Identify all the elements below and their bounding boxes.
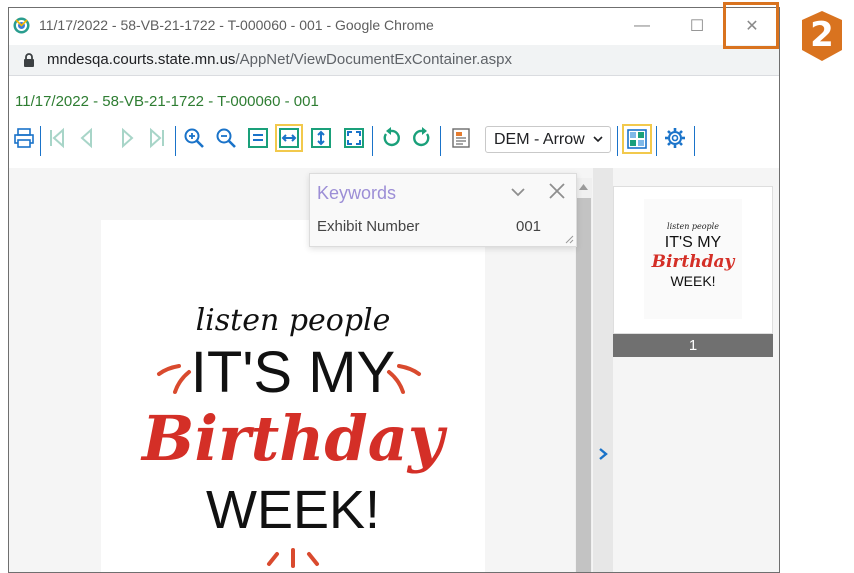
document-properties-button[interactable] [449,126,473,150]
first-page-icon [50,127,64,149]
sparkle-bottom-icon [267,548,319,568]
thumbnail-pane: listen people IT'S MY Birthday WEEK! 1 [613,168,779,572]
title-bar: 11/17/2022 - 58-VB-21-1722 - T-000060 - … [9,8,779,44]
settings-icon [665,128,685,148]
zoom-out-icon [216,128,236,148]
minimize-button[interactable]: — [617,8,667,44]
keyword-field-value: 001 [516,218,542,235]
previous-page-button[interactable] [75,126,99,150]
svg-text:WEEK!: WEEK! [670,273,715,289]
step-badge: 2 [800,10,844,62]
last-page-button[interactable] [145,126,169,150]
annotation-tool-select[interactable]: DEM - Arrow [485,126,611,153]
resize-handle-icon[interactable] [565,235,574,244]
birthday-week-artwork: listen people IT'S MY Birthday WEEK! [140,303,448,568]
svg-text:Birthday: Birthday [651,252,736,272]
document-properties-icon [452,128,470,148]
chevron-right-icon [599,448,608,460]
document-page[interactable]: listen people IT'S MY Birthday WEEK! [101,220,485,572]
thumbnail-page-number: 1 [613,334,773,357]
thumbnail-artwork: listen people IT'S MY Birthday WEEK! [644,199,742,319]
chevron-down-icon [593,136,603,143]
rotate-right-icon [413,127,430,147]
viewer-toolbar: DEM - Arrow [9,120,779,160]
address-bar[interactable]: mndesqa.courts.state.mn.us/AppNet/ViewDo… [9,45,779,76]
toolbar-divider [175,126,176,156]
maximize-button[interactable]: ☐ [672,8,722,44]
browser-window: 11/17/2022 - 58-VB-21-1722 - T-000060 - … [8,7,780,573]
zoom-in-button[interactable] [182,126,206,150]
svg-text:listen people: listen people [667,222,719,231]
window-title: 11/17/2022 - 58-VB-21-1722 - T-000060 - … [39,17,434,33]
rotate-right-button[interactable] [410,126,434,150]
url-host: mndesqa.courts.state.mn.us [47,51,236,68]
close-button-highlight [723,2,779,49]
toolbar-divider [617,126,618,156]
page-thumbnail[interactable]: listen people IT'S MY Birthday WEEK! [613,186,773,334]
toolbar-divider [40,126,41,156]
keywords-panel: Keywords Exhibit Number 001 [309,173,577,247]
keyword-field-label: Exhibit Number [317,218,420,235]
thumbnails-icon [627,129,647,149]
fit-window-button[interactable] [246,126,270,150]
toolbar-divider [694,126,695,156]
lock-icon [23,53,35,67]
zoom-in-icon [184,128,204,148]
toolbar-divider [440,126,441,156]
screenshot-stage: 11/17/2022 - 58-VB-21-1722 - T-000060 - … [0,0,854,573]
fit-width-button[interactable] [275,124,303,152]
toolbar-divider [372,126,373,156]
full-page-button[interactable] [342,126,366,150]
chevron-down-icon[interactable] [510,184,526,200]
scrollbar-thumb[interactable] [576,198,591,572]
fit-width-icon [279,128,299,148]
artwork-line-2: IT'S MY [191,340,395,405]
keywords-title: Keywords [317,183,397,203]
step-number: 2 [810,15,834,55]
thumbnail-pane-splitter[interactable] [593,168,613,572]
print-icon [14,128,34,148]
annotation-tool-value: DEM - Arrow [494,131,585,148]
print-button[interactable] [12,126,36,150]
sparkle-left-icon [157,364,191,394]
artwork-line-4: WEEK! [206,480,380,540]
previous-page-icon [80,127,92,149]
document-title: 11/17/2022 - 58-VB-21-1722 - T-000060 - … [15,93,319,110]
fit-height-button[interactable] [309,126,333,150]
svg-text:IT'S MY: IT'S MY [665,234,722,251]
first-page-button[interactable] [45,126,69,150]
caret-up-icon [579,183,588,190]
next-page-icon [122,127,134,149]
maximize-icon: ☐ [689,18,705,35]
zoom-out-button[interactable] [214,126,238,150]
fit-window-icon [248,128,268,148]
artwork-line-3: Birthday [140,402,448,475]
last-page-icon [150,127,164,149]
thumbnails-toggle-button[interactable] [622,124,652,154]
rotate-left-button[interactable] [379,126,403,150]
fit-height-icon [311,128,331,148]
next-page-button[interactable] [115,126,139,150]
scroll-up-button[interactable] [575,178,592,195]
toolbar-divider [656,126,657,156]
close-icon[interactable] [548,182,566,200]
rotate-left-icon [383,127,400,147]
settings-button[interactable] [663,126,687,150]
full-page-icon [344,128,364,148]
minimize-icon: — [634,17,650,34]
artwork-line-1: listen people [196,303,391,338]
expand-pane-button[interactable] [593,442,613,466]
chrome-app-icon [13,17,30,34]
url-path: /AppNet/ViewDocumentExContainer.aspx [235,51,512,68]
vertical-scrollbar[interactable] [575,178,592,572]
url-text[interactable]: mndesqa.courts.state.mn.us/AppNet/ViewDo… [47,51,512,68]
